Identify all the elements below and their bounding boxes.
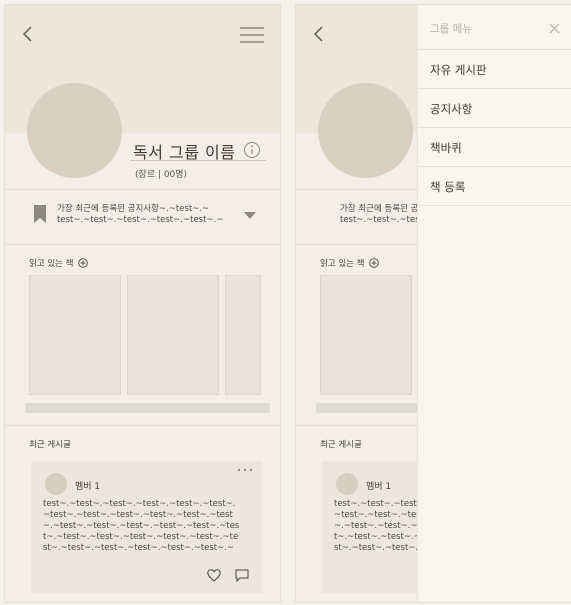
post-line: st~.~test~.~test~.~test~.~test~.~test~.~: [334, 543, 417, 553]
notice-line: 가장 최근에 등록된 공지사항~.~test~.~: [57, 204, 210, 214]
group-home-screen: 독서 그룹 이름 (장르 | 00명) 가장 최근에 등록된 공지사항~.~te…: [4, 4, 281, 603]
menu-item-free-board[interactable]: 자유 게시판: [418, 50, 571, 89]
menu-item-label: 책 등록: [430, 180, 466, 194]
notice-line: test~.~test~.~test~.~test~.~test~.~: [340, 215, 417, 225]
post-line: t~.~test~.~test~.~test~.~test~.~test~.~t…: [43, 532, 239, 542]
caret-down-icon[interactable]: [244, 212, 256, 220]
divider: [5, 425, 280, 426]
recent-posts-title: 최근 게시글: [29, 440, 71, 450]
notice-line: test~.~test~.~test~.~test~.~test~.~: [57, 215, 224, 225]
book-card[interactable]: [320, 275, 412, 395]
reading-books-label: 읽고 있는 책: [29, 259, 74, 269]
menu-item-notices[interactable]: 공지사항: [418, 89, 571, 128]
divider: [5, 244, 280, 245]
group-home-with-menu-screen: 가장 최근에 등록된 공지사항~.~test~.~ test~.~test~.~…: [295, 4, 571, 603]
post-card[interactable]: 멤버 1 test~.~test~.~test~.~test~.~test~.~…: [322, 461, 417, 593]
horizontal-scrollbar[interactable]: [316, 403, 417, 413]
reading-books-title: 읽고 있는 책: [320, 257, 379, 269]
heart-icon[interactable]: [207, 569, 221, 582]
group-avatar: [27, 83, 122, 178]
menu-item-label: 책바퀴: [430, 141, 462, 155]
menu-item-book-wheel[interactable]: 책바퀴: [418, 128, 571, 167]
group-avatar: [318, 83, 413, 178]
hamburger-menu-icon[interactable]: [238, 25, 266, 45]
group-name-underline: [130, 160, 266, 161]
reading-books-label: 읽고 있는 책: [320, 259, 365, 269]
close-icon[interactable]: [549, 23, 560, 34]
background-page: 가장 최근에 등록된 공지사항~.~test~.~ test~.~test~.~…: [296, 5, 417, 602]
back-arrow-icon[interactable]: [17, 23, 39, 45]
back-arrow-icon[interactable]: [308, 23, 330, 45]
member-name: 멤버 1: [366, 482, 392, 492]
notice-line: 가장 최근에 등록된 공지사항~.~test~.~: [340, 204, 417, 214]
notice-text: 가장 최근에 등록된 공지사항~.~test~.~ test~.~test~.~…: [340, 204, 417, 226]
plus-circle-icon[interactable]: [78, 257, 88, 268]
comment-icon[interactable]: [235, 569, 249, 582]
post-body: test~.~test~.~test~.~test~.~test~.~test~…: [43, 499, 253, 554]
drawer-title: 그룹 메뉴: [430, 23, 472, 35]
divider: [296, 189, 417, 190]
book-card[interactable]: [225, 275, 261, 395]
book-card[interactable]: [127, 275, 219, 395]
notice-text: 가장 최근에 등록된 공지사항~.~test~.~ test~.~test~.~…: [57, 204, 237, 226]
menu-item-book-register[interactable]: 책 등록: [418, 167, 571, 206]
member-name: 멤버 1: [75, 482, 101, 492]
post-card[interactable]: 멤버 1 test~.~test~.~test~.~test~.~test~.~…: [31, 461, 262, 593]
member-avatar: [336, 473, 358, 495]
info-icon[interactable]: [243, 141, 261, 159]
divider: [296, 425, 417, 426]
group-meta: (장르 | 00명): [135, 170, 188, 180]
plus-circle-icon[interactable]: [369, 257, 379, 268]
post-line: t~.~test~.~test~.~test~.~test~.~test~.~t…: [334, 532, 417, 542]
group-menu-drawer: 그룹 메뉴 자유 게시판 공지사항 책바퀴 책 등록: [417, 5, 571, 602]
member-avatar: [45, 473, 67, 495]
divider: [296, 244, 417, 245]
post-line: ~.~test~.~test~.~test~.~test~.~test~.~te…: [334, 521, 417, 531]
post-line: ~test~.~test~.~test~.~test~.~test~.~test: [334, 510, 417, 520]
reading-books-title: 읽고 있는 책: [29, 257, 88, 269]
recent-posts-title: 최근 게시글: [320, 440, 362, 450]
divider: [5, 189, 280, 190]
book-card[interactable]: [29, 275, 121, 395]
post-line: test~.~test~.~test~.~test~.~test~.~test~…: [43, 499, 236, 509]
post-body: test~.~test~.~test~.~test~.~test~.~test~…: [334, 499, 417, 554]
more-horizontal-icon[interactable]: [236, 467, 254, 473]
post-line: ~test~.~test~.~test~.~test~.~test~.~test: [43, 510, 233, 520]
bookmark-icon: [34, 205, 46, 223]
post-line: st~.~test~.~test~.~test~.~test~.~test~.~: [43, 543, 235, 553]
menu-item-label: 공지사항: [430, 102, 473, 116]
horizontal-scrollbar[interactable]: [25, 403, 270, 413]
post-line: test~.~test~.~test~.~test~.~test~.~test~…: [334, 499, 417, 509]
menu-item-label: 자유 게시판: [430, 63, 487, 77]
post-line: ~.~test~.~test~.~test~.~test~.~test~.~te…: [43, 521, 240, 531]
